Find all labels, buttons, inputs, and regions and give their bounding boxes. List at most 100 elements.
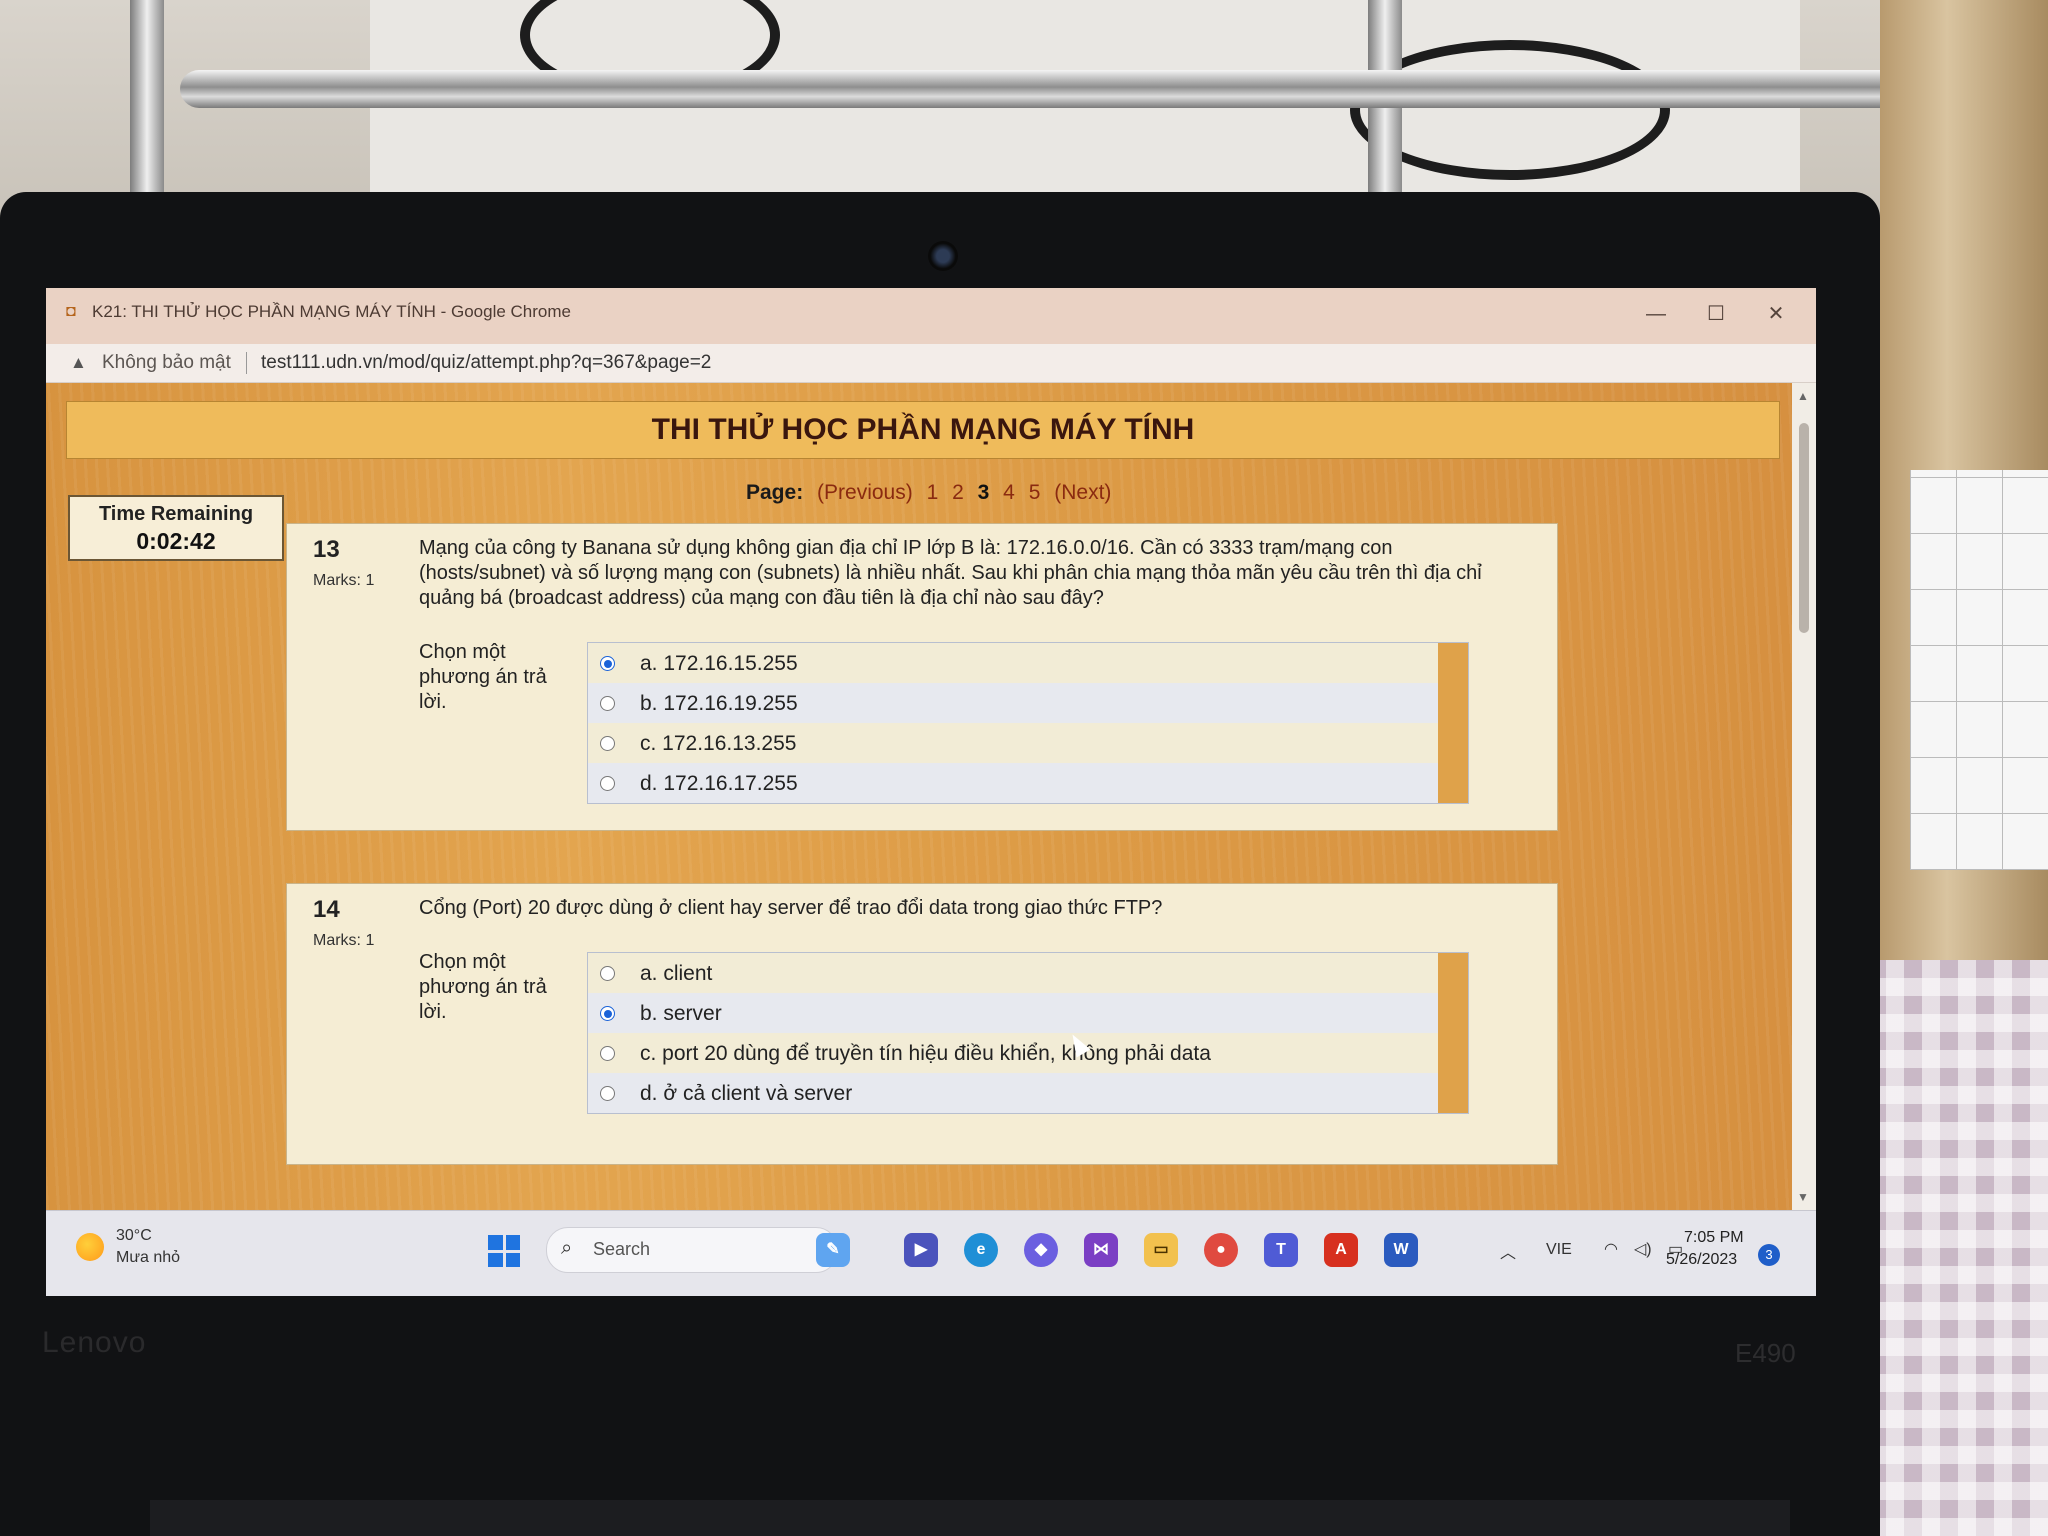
security-indicator[interactable]: Không bảo mật [102,352,231,374]
word-icon[interactable]: W [1384,1233,1418,1267]
radio-button-selected[interactable] [600,1006,615,1021]
answer-panel-accent [1438,953,1468,1113]
answer-option-c[interactable]: c. port 20 dùng để truyền tín hiệu điều … [588,1033,1468,1073]
pagination: Page: (Previous) 1 2 3 4 5 (Next) [746,481,1119,505]
widgets-icon[interactable]: ✎ [816,1233,850,1267]
answer-options: a. client b. server c. port 20 dùng để t… [587,952,1469,1114]
time-remaining-box: Time Remaining 0:02:42 [68,495,284,561]
answer-option-c[interactable]: c. 172.16.13.255 [588,723,1468,763]
input-language[interactable]: VIE [1546,1241,1572,1259]
clock-date[interactable]: 5/26/2023 [1666,1251,1737,1269]
radio-button[interactable] [600,776,615,791]
page-scrollbar[interactable]: ▲ ▼ [1792,383,1816,1210]
visual-studio-icon[interactable]: ⋈ [1084,1233,1118,1267]
question-text: Mạng của công ty Banana sử dụng không gi… [419,537,1482,609]
address-divider [246,352,247,374]
window-bar [130,0,164,200]
pagination-previous[interactable]: (Previous) [817,481,913,504]
answer-label[interactable]: a. 172.16.15.255 [640,652,798,676]
window-rail [180,70,1900,108]
pagination-label: Page: [746,481,804,504]
file-explorer-icon[interactable]: ▭ [1144,1233,1178,1267]
windows-taskbar: 30°C Mưa nhỏ ⌕ Search ✎ ▶ e ◆ ⋈ ▭ ● T A … [46,1210,1816,1296]
answer-label[interactable]: c. port 20 dùng để truyền tín hiệu điều … [640,1042,1211,1066]
close-button[interactable]: ✕ [1756,296,1796,332]
pagination-next[interactable]: (Next) [1054,481,1111,504]
chrome-icon[interactable]: ● [1204,1233,1238,1267]
laptop-hinge [150,1500,1790,1536]
radio-button[interactable] [600,696,615,711]
pagination-page-3: 3 [977,481,990,504]
search-label: Search [593,1239,651,1259]
timer-label: Time Remaining [98,503,254,525]
answer-label[interactable]: d. ở cả client và server [640,1082,852,1106]
question-marks: Marks: 1 [313,932,375,949]
laptop-screen: ◘ K21: THI THỬ HỌC PHẦN MẠNG MÁY TÍNH - … [46,288,1816,1296]
radio-button[interactable] [600,1086,615,1101]
weather-description[interactable]: Mưa nhỏ [116,1249,180,1267]
quiz-title: THI THỬ HỌC PHẦN MẠNG MÁY TÍNH [651,413,1195,446]
answer-panel-accent [1438,643,1468,803]
answer-label[interactable]: d. 172.16.17.255 [640,772,798,796]
address-bar[interactable]: ▲ Không bảo mật test111.udn.vn/mod/quiz/… [46,344,1816,383]
teams-icon[interactable]: T [1264,1233,1298,1267]
windows-logo-tile [488,1235,503,1250]
window-title: K21: THI THỬ HỌC PHẦN MẠNG MÁY TÍNH - Go… [92,302,571,321]
radio-button[interactable] [600,1046,615,1061]
windows-logo-tile [505,1252,520,1267]
brand-logo: Lenovo [42,1326,147,1359]
windows-logo-tile [488,1252,503,1267]
answer-option-d[interactable]: d. 172.16.17.255 [588,763,1468,803]
page-content: THI THỬ HỌC PHẦN MẠNG MÁY TÍNH Page: (Pr… [46,383,1792,1210]
url-text[interactable]: test111.udn.vn/mod/quiz/attempt.php?q=36… [261,352,711,374]
question-number: 13 [313,536,340,563]
volume-icon[interactable]: ◁) [1634,1239,1652,1259]
weather-icon[interactable] [76,1233,104,1261]
maximize-button[interactable]: ☐ [1696,296,1736,332]
answer-option-b[interactable]: b. server [588,993,1468,1033]
notification-badge[interactable]: 3 [1758,1244,1780,1266]
taskbar-search[interactable]: ⌕ Search [546,1227,838,1273]
model-label: E490 [1735,1338,1796,1368]
answer-prompt: Chọn một phương án trả lời. [419,641,547,713]
quiz-header: THI THỬ HỌC PHẦN MẠNG MÁY TÍNH [66,401,1780,459]
copilot-icon[interactable]: ◆ [1024,1233,1058,1267]
question-13: 13 Marks: 1 Mạng của công ty Banana sử d… [286,523,1558,831]
webcam [928,241,958,271]
answer-option-a[interactable]: a. client [588,953,1468,993]
wifi-icon[interactable]: ◠ [1604,1239,1618,1259]
acrobat-icon[interactable]: A [1324,1233,1358,1267]
wall-calendar [1910,470,2048,870]
answer-label[interactable]: a. client [640,962,712,986]
weather-temperature[interactable]: 30°C [116,1227,152,1245]
start-button[interactable] [488,1235,520,1267]
pagination-page-4[interactable]: 4 [1003,481,1015,504]
warning-icon[interactable]: ▲ [70,353,87,373]
radio-button[interactable] [600,966,615,981]
radio-button[interactable] [600,736,615,751]
radio-button-selected[interactable] [600,656,615,671]
answer-label[interactable]: b. server [640,1002,722,1026]
question-marks: Marks: 1 [313,572,375,589]
pagination-page-1[interactable]: 1 [927,481,939,504]
scroll-up-arrow-icon[interactable]: ▲ [1797,389,1809,403]
scroll-down-arrow-icon[interactable]: ▼ [1797,1190,1809,1204]
answer-label[interactable]: b. 172.16.19.255 [640,692,798,716]
clock-time[interactable]: 7:05 PM [1684,1229,1744,1247]
answer-label[interactable]: c. 172.16.13.255 [640,732,796,756]
pagination-page-5[interactable]: 5 [1029,481,1041,504]
question-number: 14 [313,896,340,923]
scrollbar-thumb[interactable] [1799,423,1809,633]
answer-prompt: Chọn một phương án trả lời. [419,951,547,1023]
browser-titlebar: ◘ K21: THI THỬ HỌC PHẦN MẠNG MÁY TÍNH - … [46,288,1816,344]
meet-icon[interactable]: ▶ [904,1233,938,1267]
edge-icon[interactable]: e [964,1233,998,1267]
minimize-button[interactable]: — [1636,296,1676,332]
answer-option-a[interactable]: a. 172.16.15.255 [588,643,1468,683]
show-hidden-icons-icon[interactable]: ︿ [1500,1239,1516,1263]
answer-option-b[interactable]: b. 172.16.19.255 [588,683,1468,723]
question-14: 14 Marks: 1 Cổng (Port) 20 được dùng ở c… [286,883,1558,1165]
question-text: Cổng (Port) 20 được dùng ở client hay se… [419,897,1163,919]
answer-option-d[interactable]: d. ở cả client và server [588,1073,1468,1113]
pagination-page-2[interactable]: 2 [952,481,964,504]
